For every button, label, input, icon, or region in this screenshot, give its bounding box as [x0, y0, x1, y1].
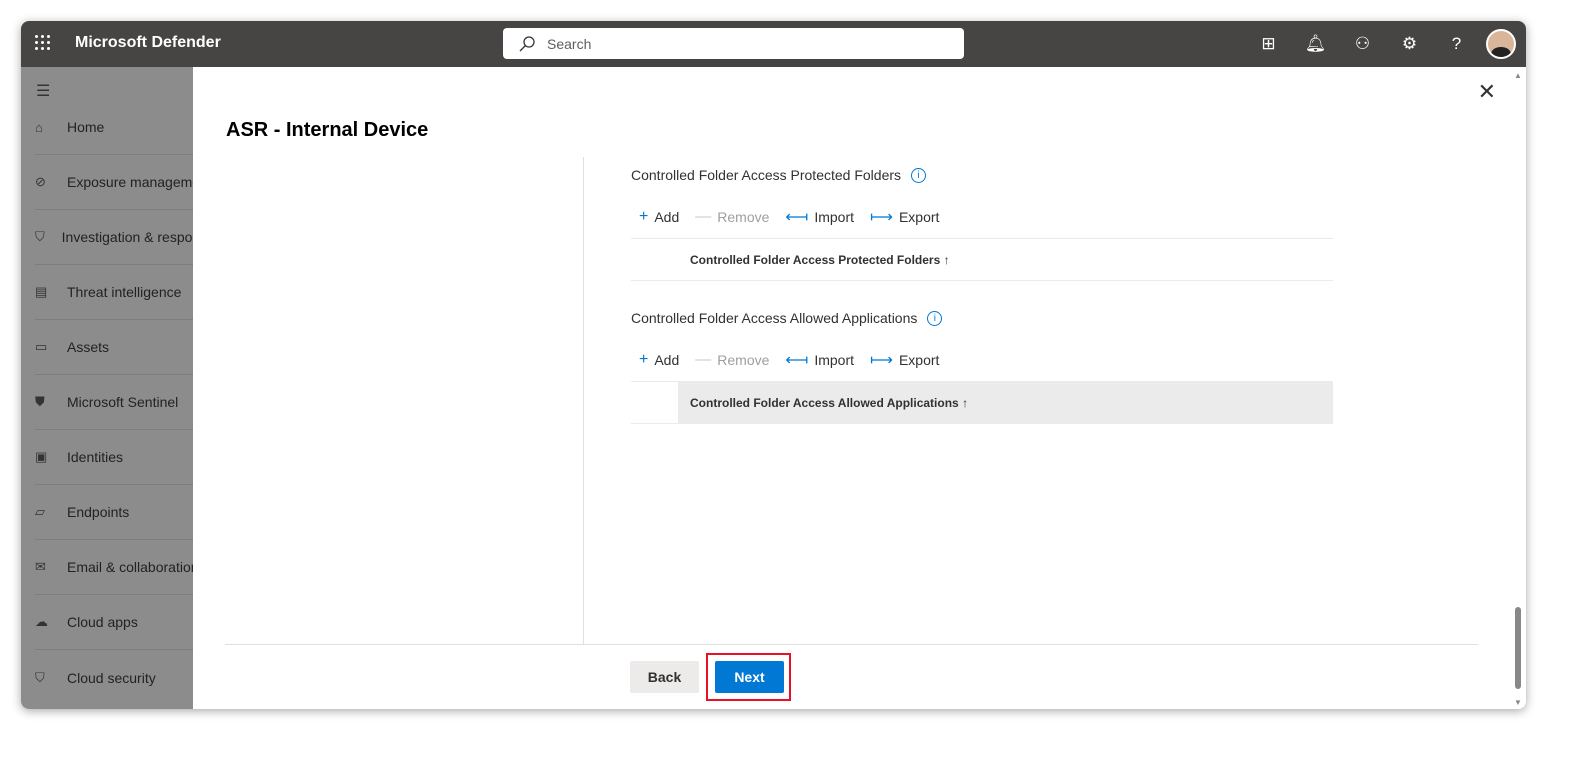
sidebar-item-identities[interactable]: ▣ Identities	[35, 430, 215, 485]
footer-divider	[225, 644, 1478, 645]
nav-label: Identities	[67, 449, 124, 465]
info-icon[interactable]: i	[911, 167, 927, 183]
import-label: Import	[814, 209, 855, 225]
plus-icon: +	[639, 208, 649, 225]
app-title: Microsoft Defender	[75, 34, 221, 51]
org-chart-icon[interactable]: ⊞	[1245, 34, 1292, 54]
hamburger-icon[interactable]: ☰	[36, 81, 50, 101]
search-placeholder: Search	[547, 36, 592, 52]
identity-icon: ▣	[35, 449, 48, 464]
section-title: Controlled Folder Access Protected Folde…	[631, 167, 902, 183]
section-title: Controlled Folder Access Allowed Applica…	[631, 310, 918, 326]
avatar[interactable]	[1486, 29, 1516, 59]
import-label: Import	[814, 352, 855, 368]
community-icon[interactable]: ⚇	[1339, 34, 1386, 54]
add-button[interactable]: + Add	[639, 208, 679, 226]
remove-button[interactable]: — Remove	[695, 208, 769, 226]
search-icon	[519, 36, 535, 52]
nav-label: Exposure management	[67, 174, 212, 190]
scrollbar[interactable]: ▲ ▼	[1510, 67, 1526, 709]
cloud-security-icon: ⛉	[35, 669, 45, 685]
bell-icon[interactable]: 🔔︎	[1292, 34, 1339, 54]
threat-intel-icon: ▤	[35, 284, 48, 299]
protected-folders-section: Controlled Folder Access Protected Folde…	[631, 165, 1333, 281]
import-button[interactable]: ⟻ Import	[785, 207, 854, 227]
nav-label: Cloud apps	[67, 614, 138, 630]
sentinel-icon: ⛊	[35, 394, 45, 409]
add-label: Add	[654, 352, 680, 368]
export-icon: ⟼	[870, 352, 893, 369]
export-button[interactable]: ⟼ Export	[870, 207, 939, 227]
nav-label: Endpoints	[67, 504, 130, 520]
sidebar-item-cloud-apps[interactable]: ☁ Cloud apps	[35, 595, 215, 650]
app-window: Microsoft Defender Search ⊞ 🔔︎ ⚇ ⚙ ? ☰ ⌂…	[21, 21, 1526, 709]
flyout-panel: ✕ ASR - Internal Device Controlled Folde…	[193, 67, 1510, 709]
minus-icon: —	[695, 208, 712, 225]
nav-label: Cloud security	[67, 669, 156, 686]
nav-label: Investigation & response	[61, 229, 215, 245]
remove-label: Remove	[717, 209, 770, 225]
column-header[interactable]: Controlled Folder Access Protected Folde…	[631, 238, 1333, 281]
import-icon: ⟻	[785, 352, 809, 369]
nav-label: Assets	[67, 339, 110, 355]
compass-icon: ⊘	[35, 174, 46, 189]
endpoints-icon: ▱	[35, 504, 45, 519]
gear-icon[interactable]: ⚙	[1386, 34, 1433, 54]
sidebar-item-home[interactable]: ⌂ Home	[35, 100, 215, 155]
remove-label: Remove	[717, 352, 770, 368]
import-icon: ⟻	[785, 209, 809, 226]
sidebar-item-threat-intel[interactable]: ▤ Threat intelligence	[35, 265, 215, 320]
close-icon[interactable]: ✕	[1478, 79, 1496, 105]
export-button[interactable]: ⟼ Export	[870, 350, 939, 370]
app-launcher-icon[interactable]	[35, 35, 51, 51]
sidebar-item-investigation[interactable]: ⛉ Investigation & response	[35, 210, 215, 265]
divider	[583, 157, 584, 644]
allowed-applications-section: Controlled Folder Access Allowed Applica…	[631, 308, 1333, 424]
nav-label: Microsoft Sentinel	[67, 394, 179, 410]
column-label: Controlled Folder Access Protected Folde…	[690, 252, 941, 267]
assets-icon: ▭	[35, 339, 48, 354]
add-button[interactable]: + Add	[639, 351, 679, 369]
sidebar: ☰ ⌂ Home ⊘ Exposure management ⛉ Investigat…	[21, 67, 215, 709]
export-label: Export	[898, 209, 940, 225]
minus-icon: —	[695, 351, 712, 368]
sidebar-item-cloud-security[interactable]: ⛉ Cloud security	[35, 650, 215, 705]
sidebar-item-email[interactable]: ✉ Email & collaboration	[35, 540, 215, 595]
top-bar: Microsoft Defender Search ⊞ 🔔︎ ⚇ ⚙ ?	[21, 21, 1526, 67]
sort-arrow-icon: ↑	[962, 395, 969, 410]
scroll-up-icon[interactable]: ▲	[1514, 71, 1522, 80]
export-icon: ⟼	[870, 209, 893, 226]
sidebar-item-exposure[interactable]: ⊘ Exposure management	[35, 155, 215, 210]
nav-label: Email & collaboration	[67, 559, 199, 575]
scrollbar-thumb[interactable]	[1515, 607, 1521, 689]
nav-label: Home	[67, 119, 105, 135]
home-icon: ⌂	[35, 119, 43, 135]
nav-label: Threat intelligence	[67, 284, 182, 300]
add-label: Add	[654, 209, 680, 225]
mail-icon: ✉	[35, 559, 46, 574]
info-icon[interactable]: i	[927, 310, 943, 326]
remove-button[interactable]: — Remove	[695, 351, 769, 369]
sidebar-item-sentinel[interactable]: ⛊ Microsoft Sentinel	[35, 375, 215, 430]
cloud-icon: ☁	[35, 614, 48, 629]
plus-icon: +	[639, 351, 649, 368]
export-label: Export	[898, 352, 940, 368]
import-button[interactable]: ⟻ Import	[785, 350, 854, 370]
search-input[interactable]: Search	[503, 28, 964, 59]
scroll-down-icon[interactable]: ▼	[1514, 698, 1522, 707]
help-icon[interactable]: ?	[1433, 34, 1480, 54]
sidebar-item-assets[interactable]: ▭ Assets	[35, 320, 215, 375]
sidebar-item-endpoints[interactable]: ▱ Endpoints	[35, 485, 215, 540]
shield-alert-icon: ⛉	[35, 229, 45, 244]
column-label: Controlled Folder Access Allowed Applica…	[690, 395, 959, 410]
page-title: ASR - Internal Device	[226, 119, 429, 141]
sort-arrow-icon: ↑	[943, 252, 950, 267]
back-button[interactable]: Back	[630, 661, 699, 693]
next-button[interactable]: Next	[715, 661, 784, 693]
column-header[interactable]: Controlled Folder Access Allowed Applica…	[631, 381, 1333, 424]
